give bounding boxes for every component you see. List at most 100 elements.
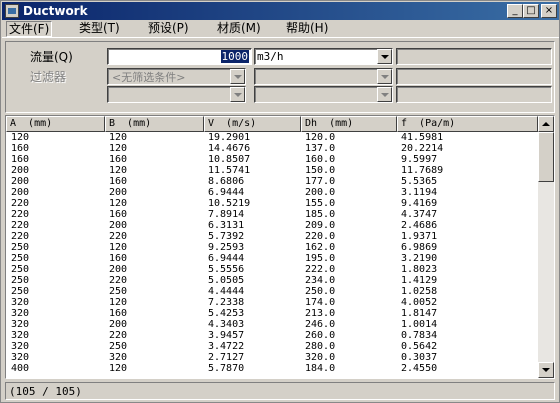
table-cell: 120 — [109, 297, 128, 308]
scroll-thumb[interactable] — [538, 132, 554, 182]
menu-help[interactable]: 帮助(H) — [284, 21, 330, 37]
column-header-a[interactable]: A (mm) — [6, 116, 105, 132]
table-row[interactable]: 200 160 8.6806 177.0 5.5365 — [6, 176, 538, 188]
table-cell: 1.9371 — [401, 231, 438, 242]
menu-file[interactable]: 文件(F) — [6, 21, 53, 37]
table-cell: 120.0 — [305, 132, 336, 143]
table-cell: 184.0 — [305, 363, 336, 374]
table-cell: 220 — [109, 275, 128, 286]
menu-material[interactable]: 材质(M) — [215, 21, 263, 37]
table-cell: 3.4722 — [208, 341, 245, 352]
table-cell: 2.7127 — [208, 352, 245, 363]
table-cell: 177.0 — [305, 176, 336, 187]
table-cell: 3.1194 — [401, 187, 438, 198]
table-cell: 200 — [11, 187, 30, 198]
table-cell: 320 — [109, 352, 128, 363]
flow-unit-select[interactable]: m3/h — [254, 48, 393, 65]
table-row[interactable]: 250 220 5.0505 234.0 1.4129 — [6, 275, 538, 287]
table-cell: 137.0 — [305, 143, 336, 154]
table-row[interactable]: 250 200 5.5556 222.0 1.8023 — [6, 264, 538, 276]
table-cell: 280.0 — [305, 341, 336, 352]
table-row[interactable]: 320 250 3.4722 280.0 0.5642 — [6, 341, 538, 353]
table-cell: 209.0 — [305, 220, 336, 231]
table-row[interactable]: 160 160 10.8507 160.0 9.5997 — [6, 154, 538, 166]
table-cell: 160 — [109, 253, 128, 264]
status-bar: (105 / 105) — [5, 382, 555, 400]
column-header-v[interactable]: V (m/s) — [204, 116, 301, 132]
table-cell: 320 — [11, 352, 30, 363]
table-row[interactable]: 250 120 9.2593 162.0 6.9869 — [6, 242, 538, 254]
table-cell: 120 — [109, 132, 128, 143]
table-row[interactable]: 320 220 3.9457 260.0 0.7834 — [6, 330, 538, 342]
table-cell: 185.0 — [305, 209, 336, 220]
column-header-dh[interactable]: Dh (mm) — [301, 116, 397, 132]
table-cell: 6.9444 — [208, 253, 245, 264]
table-cell: 7.2338 — [208, 297, 245, 308]
table-row[interactable]: 250 250 4.4444 250.0 1.0258 — [6, 286, 538, 298]
table-cell: 0.3037 — [401, 352, 438, 363]
table-cell: 10.5219 — [208, 198, 251, 209]
table-cell: 120 — [109, 165, 128, 176]
title-bar[interactable]: Ductwork _ □ × — [2, 2, 559, 20]
table-cell: 234.0 — [305, 275, 336, 286]
table-row[interactable]: 120 120 19.2901 120.0 41.5981 — [6, 132, 538, 144]
column-header-f[interactable]: f (Pa/m) — [397, 116, 538, 132]
table-cell: 400 — [11, 363, 30, 374]
table-row[interactable]: 220 220 5.7392 220.0 1.9371 — [6, 231, 538, 243]
table-row[interactable]: 200 120 11.5741 150.0 11.7689 — [6, 165, 538, 177]
chevron-down-icon[interactable] — [377, 49, 392, 64]
table-body: 120 120 19.2901 120.0 41.5981 160 120 14.4676 13… — [6, 132, 538, 375]
table-cell: 220 — [11, 220, 30, 231]
table-cell: 160 — [11, 143, 30, 154]
close-button[interactable]: × — [541, 4, 557, 18]
filter-select-5 — [254, 86, 393, 103]
filter-select-1: <无筛选条件> — [107, 68, 246, 85]
maximize-button[interactable]: □ — [523, 4, 539, 18]
table-cell: 250 — [11, 264, 30, 275]
table-cell: 1.4129 — [401, 275, 438, 286]
table-row[interactable]: 320 320 2.7127 320.0 0.3037 — [6, 352, 538, 364]
flow-unit-value: m3/h — [257, 50, 284, 63]
table-row[interactable]: 220 120 10.5219 155.0 9.4169 — [6, 198, 538, 210]
table-cell: 5.5365 — [401, 176, 438, 187]
flow-input[interactable]: 1000 — [107, 48, 252, 65]
table-cell: 8.6806 — [208, 176, 245, 187]
menu-bar: 文件(F) 类型(T) 预设(P) 材质(M) 帮助(H) — [2, 20, 559, 38]
table-cell: 200 — [109, 220, 128, 231]
table-cell: 120 — [109, 363, 128, 374]
table-cell: 160.0 — [305, 154, 336, 165]
table-cell: 220 — [11, 198, 30, 209]
menu-preset[interactable]: 预设(P) — [146, 21, 191, 37]
table-row[interactable]: 320 200 4.3403 246.0 1.0014 — [6, 319, 538, 331]
table-cell: 160 — [109, 154, 128, 165]
table-cell: 1.8023 — [401, 264, 438, 275]
table-row[interactable]: 160 120 14.4676 137.0 20.2214 — [6, 143, 538, 155]
vertical-scrollbar[interactable] — [538, 116, 554, 378]
table-cell: 250 — [109, 286, 128, 297]
table-cell: 10.8507 — [208, 154, 251, 165]
table-header: A (mm) B (mm) V (m/s) Dh (mm) f (Pa/m) — [6, 116, 538, 132]
table-row[interactable]: 400 120 5.7870 184.0 2.4550 — [6, 363, 538, 375]
table-cell: 14.4676 — [208, 143, 251, 154]
table-row[interactable]: 200 200 6.9444 200.0 3.1194 — [6, 187, 538, 199]
results-table: A (mm) B (mm) V (m/s) Dh (mm) f (Pa/m) 1… — [5, 115, 555, 379]
table-row[interactable]: 320 160 5.4253 213.0 1.8147 — [6, 308, 538, 320]
table-row[interactable]: 250 160 6.9444 195.0 3.2190 — [6, 253, 538, 265]
table-row[interactable]: 220 200 6.3131 209.0 2.4686 — [6, 220, 538, 232]
scroll-up-icon[interactable] — [538, 116, 554, 132]
table-row[interactable]: 220 160 7.8914 185.0 4.3747 — [6, 209, 538, 221]
column-header-b[interactable]: B (mm) — [105, 116, 204, 132]
table-cell: 4.4444 — [208, 286, 245, 297]
table-cell: 5.4253 — [208, 308, 245, 319]
table-cell: 160 — [109, 176, 128, 187]
table-cell: 3.2190 — [401, 253, 438, 264]
minimize-button[interactable]: _ — [507, 4, 523, 18]
scroll-down-icon[interactable] — [538, 362, 554, 378]
chevron-down-icon — [377, 87, 392, 102]
table-row[interactable]: 320 120 7.2338 174.0 4.0052 — [6, 297, 538, 309]
filter-select-2 — [254, 68, 393, 85]
menu-type[interactable]: 类型(T) — [77, 21, 122, 37]
table-cell: 9.2593 — [208, 242, 245, 253]
table-cell: 0.5642 — [401, 341, 438, 352]
table-cell: 200 — [11, 176, 30, 187]
